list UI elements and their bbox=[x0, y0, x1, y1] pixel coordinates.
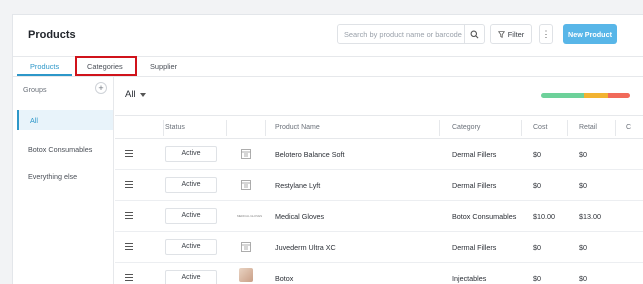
product-name[interactable]: Belotero Balance Soft bbox=[275, 150, 345, 159]
column-separator bbox=[163, 120, 164, 136]
image-placeholder-icon bbox=[241, 242, 251, 252]
product-category: Dermal Fillers bbox=[452, 181, 497, 190]
table-row[interactable]: Active Restylane Lyft Dermal Fillers $0 … bbox=[115, 170, 643, 201]
categories-highlight-box bbox=[75, 56, 137, 76]
stock-level-bar bbox=[541, 93, 630, 98]
column-separator bbox=[439, 120, 440, 136]
add-group-icon[interactable]: + bbox=[95, 82, 107, 94]
more-options-button[interactable]: ⋮ bbox=[539, 24, 553, 44]
column-separator bbox=[265, 120, 266, 136]
table-row[interactable]: Active Belotero Balance Soft Dermal Fill… bbox=[115, 139, 643, 170]
stock-bar-segment bbox=[607, 93, 630, 98]
product-category: Dermal Fillers bbox=[452, 150, 497, 159]
tab-products[interactable]: Products bbox=[30, 62, 59, 71]
filter-label: Filter bbox=[507, 29, 525, 39]
column-header-status[interactable]: Status bbox=[165, 124, 185, 131]
product-cost: $0 bbox=[533, 181, 541, 190]
groups-sidebar: Groups + All Botox Consumables Everythin… bbox=[13, 77, 114, 284]
product-retail: $0 bbox=[579, 181, 587, 190]
product-category: Botox Consumables bbox=[452, 212, 517, 221]
product-category: Injectables bbox=[452, 274, 487, 283]
column-header-category[interactable]: Category bbox=[452, 124, 480, 131]
column-header-cost[interactable]: Cost bbox=[533, 124, 547, 131]
column-separator bbox=[521, 120, 522, 136]
status-badge[interactable]: Active bbox=[165, 177, 217, 193]
image-placeholder-icon bbox=[241, 149, 251, 159]
column-header-product-name[interactable]: Product Name bbox=[275, 124, 320, 131]
drag-handle-icon[interactable] bbox=[125, 274, 133, 283]
column-separator bbox=[226, 120, 227, 136]
product-retail: $0 bbox=[579, 243, 587, 252]
product-name[interactable]: Botox bbox=[275, 274, 293, 283]
sidebar-item-botox-consumables[interactable]: Botox Consumables bbox=[17, 139, 113, 159]
column-header-extra[interactable]: C bbox=[626, 124, 631, 131]
status-badge[interactable]: Active bbox=[165, 239, 217, 255]
drag-handle-icon[interactable] bbox=[125, 212, 133, 221]
product-cost: $0 bbox=[533, 150, 541, 159]
product-category: Dermal Fillers bbox=[452, 243, 497, 252]
product-cost: $0 bbox=[533, 274, 541, 283]
group-filter-dropdown[interactable]: All bbox=[125, 89, 146, 100]
status-badge[interactable]: Active bbox=[165, 208, 217, 224]
column-separator bbox=[615, 120, 616, 136]
table-row[interactable]: Active Juvederm Ultra XC Dermal Fillers … bbox=[115, 232, 643, 263]
filter-icon bbox=[497, 30, 505, 38]
column-separator bbox=[567, 120, 568, 136]
stock-bar-segment bbox=[541, 93, 584, 98]
column-header-retail[interactable]: Retail bbox=[579, 124, 597, 131]
drag-handle-icon[interactable] bbox=[125, 181, 133, 190]
table-header: Status Product Name Category Cost Retail… bbox=[115, 115, 643, 139]
table-row[interactable]: Active Botox Injectables $0 $0 bbox=[115, 263, 643, 284]
chevron-down-icon bbox=[139, 93, 146, 97]
tab-supplier[interactable]: Supplier bbox=[150, 62, 177, 71]
product-name[interactable]: Juvederm Ultra XC bbox=[275, 243, 336, 252]
search-icon[interactable] bbox=[464, 25, 484, 43]
stock-bar-segment bbox=[583, 93, 608, 98]
new-product-button[interactable]: New Product bbox=[563, 24, 617, 44]
product-thumbnail-text: MEDICAL GLOVES bbox=[237, 214, 262, 218]
product-cost: $10.00 bbox=[533, 212, 555, 221]
sidebar-item-all[interactable]: All bbox=[17, 110, 113, 130]
sidebar-item-everything-else[interactable]: Everything else bbox=[17, 166, 113, 186]
product-retail: $13.00 bbox=[579, 212, 601, 221]
product-name[interactable]: Medical Gloves bbox=[275, 212, 324, 221]
page-title: Products bbox=[28, 29, 76, 41]
search-input[interactable]: Search by product name or barcode bbox=[337, 24, 485, 44]
search-placeholder: Search by product name or barcode bbox=[344, 30, 462, 39]
product-cost: $0 bbox=[533, 243, 541, 252]
group-filter-value: All bbox=[125, 89, 136, 100]
drag-handle-icon[interactable] bbox=[125, 243, 133, 252]
products-panel: Products Search by product name or barco… bbox=[12, 14, 643, 284]
more-icon: ⋮ bbox=[541, 28, 551, 39]
product-retail: $0 bbox=[579, 274, 587, 283]
groups-label: Groups bbox=[23, 85, 47, 94]
filter-button[interactable]: Filter bbox=[490, 24, 532, 44]
table-row[interactable]: Active MEDICAL GLOVES Medical Gloves Bot… bbox=[115, 201, 643, 232]
image-placeholder-icon bbox=[241, 180, 251, 190]
drag-handle-icon[interactable] bbox=[125, 150, 133, 159]
status-badge[interactable]: Active bbox=[165, 146, 217, 162]
status-badge[interactable]: Active bbox=[165, 270, 217, 284]
products-table-area: All Status Product Name Category Cost Re… bbox=[115, 77, 643, 284]
product-name[interactable]: Restylane Lyft bbox=[275, 181, 320, 190]
product-photo bbox=[239, 268, 253, 282]
product-retail: $0 bbox=[579, 150, 587, 159]
